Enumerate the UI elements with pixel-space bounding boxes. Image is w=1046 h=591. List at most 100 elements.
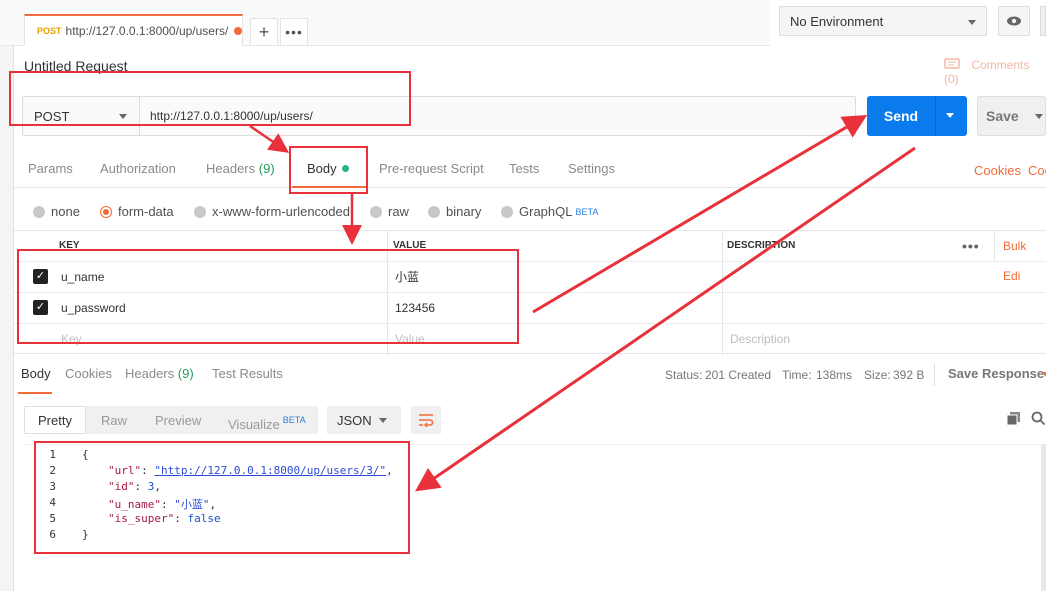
line-number: 1 (49, 448, 56, 461)
copy-button[interactable] (1006, 411, 1021, 429)
tab-headers[interactable]: Headers (9) (206, 148, 275, 188)
chevron-down-icon (1035, 114, 1043, 119)
url-input[interactable]: http://127.0.0.1:8000/up/users/ (150, 96, 313, 136)
line-number: 6 (49, 528, 56, 541)
json-url-link[interactable]: "http://127.0.0.1:8000/up/users/3/" (154, 464, 386, 477)
json-number: 3 (147, 480, 155, 493)
code-line: } (82, 528, 89, 541)
view-preview[interactable]: Preview (155, 406, 201, 434)
send-label: Send (883, 108, 919, 124)
chevron-down-icon (968, 20, 976, 25)
time-value[interactable]: 138ms (816, 368, 852, 382)
response-tab-headers[interactable]: Headers (9) (125, 366, 194, 381)
row-divider (14, 261, 1046, 262)
column-header-description: DESCRIPTION (727, 240, 796, 251)
format-label: JSON (337, 412, 372, 428)
view-visualize-label: Visualize (228, 417, 280, 432)
save-response-button[interactable]: Save Response (948, 366, 1044, 381)
code-link[interactable]: Coc (1028, 150, 1046, 190)
new-key-input[interactable]: Key (61, 324, 82, 354)
new-value-input[interactable]: Value (395, 324, 425, 354)
search-button[interactable] (1031, 411, 1046, 429)
tab-body[interactable]: Body (307, 148, 349, 188)
table-row-key[interactable]: u_password (61, 293, 126, 323)
send-button[interactable]: Send (867, 96, 967, 136)
wrap-icon (419, 414, 434, 427)
format-select[interactable]: JSON (327, 406, 401, 434)
radio-checked-icon (100, 205, 112, 218)
response-tab-body[interactable]: Body (21, 366, 51, 381)
view-mode-bar: Pretty Raw Preview Visualize BETA (24, 406, 318, 434)
method-select[interactable]: POST (22, 96, 140, 136)
view-visualize[interactable]: Visualize BETA (228, 406, 306, 434)
json-key: "id" (108, 480, 135, 493)
tab-body-label: Body (307, 161, 337, 176)
status-value[interactable]: 201 Created (705, 368, 771, 382)
cookies-link[interactable]: Cookies (974, 150, 1021, 190)
settings-button-edge[interactable] (1040, 6, 1046, 36)
column-divider (994, 231, 995, 261)
response-scrollbar[interactable] (1041, 444, 1046, 591)
url-bar (22, 96, 856, 136)
comments-link[interactable]: Comments (0) (944, 58, 1046, 86)
tab-params[interactable]: Params (28, 148, 73, 188)
size-value[interactable]: 392 B (893, 368, 924, 382)
row-divider (14, 323, 1046, 324)
view-pretty[interactable]: Pretty (38, 406, 72, 434)
body-type-form-data[interactable]: form-data (100, 204, 174, 219)
tab-headers-count: (9) (258, 161, 275, 176)
json-key: "url" (108, 464, 142, 477)
form-data-table: KEY VALUE DESCRIPTION ••• Bulk Edi ✓ u_n… (14, 230, 1046, 355)
body-type-graphql[interactable]: GraphQL BETA (501, 204, 598, 219)
body-type-raw[interactable]: raw (370, 204, 409, 219)
new-tab-button[interactable]: + (250, 18, 278, 46)
request-tab[interactable]: POST http://127.0.0.1:8000/up/users/ (24, 14, 243, 46)
environment-select[interactable]: No Environment (779, 6, 987, 36)
radio-icon (428, 205, 440, 218)
json-boolean: false (187, 512, 221, 525)
response-tab-cookies[interactable]: Cookies (65, 366, 112, 381)
wrap-lines-button[interactable] (411, 406, 441, 434)
body-type-urlencoded[interactable]: x-www-form-urlencoded (194, 204, 350, 219)
code-line: "id": 3, (108, 480, 161, 493)
row-enabled-checkbox[interactable]: ✓ (33, 269, 48, 284)
body-modified-dot-icon (341, 165, 349, 172)
response-tab-headers-label: Headers (125, 366, 175, 381)
chevron-down-icon[interactable] (1042, 372, 1046, 377)
row-enabled-checkbox[interactable]: ✓ (33, 300, 48, 315)
environment-quick-look-button[interactable] (998, 6, 1030, 36)
tab-options-button[interactable]: ••• (280, 18, 308, 46)
bulk-edit-link[interactable]: Bulk Edi (1003, 231, 1046, 283)
json-brace: { (82, 448, 89, 461)
save-button[interactable]: Save (977, 96, 1046, 136)
line-number: 2 (49, 464, 56, 477)
copy-icon (1006, 412, 1020, 426)
response-body-code[interactable]: 1 2 3 4 5 6 { "url": "http://127.0.0.1:8… (24, 444, 1046, 554)
tab-tests[interactable]: Tests (509, 148, 539, 188)
json-key: "u_name" (108, 498, 161, 511)
send-options-chevron-icon[interactable] (946, 113, 954, 118)
table-row-value[interactable]: 小蓝 (395, 262, 419, 292)
radio-icon (33, 205, 45, 218)
json-string: "小蓝" (174, 498, 210, 511)
tab-settings[interactable]: Settings (568, 148, 615, 188)
request-title: Untitled Request (24, 58, 128, 74)
line-number: 5 (49, 512, 56, 525)
table-row-key[interactable]: u_name (61, 262, 104, 292)
row-divider (14, 292, 1046, 293)
table-options-icon[interactable]: ••• (962, 231, 980, 261)
new-description-input[interactable]: Description (730, 324, 790, 354)
body-type-binary[interactable]: binary (428, 204, 481, 219)
tab-headers-label: Headers (206, 161, 256, 176)
table-row-value[interactable]: 123456 (395, 293, 435, 323)
tab-authorization[interactable]: Authorization (100, 148, 176, 188)
response-tab-test-results[interactable]: Test Results (212, 366, 283, 381)
body-type-none[interactable]: none (33, 204, 80, 219)
code-line: "u_name": "小蓝", (108, 498, 217, 511)
tab-prerequest-script[interactable]: Pre-request Script (379, 148, 484, 188)
body-type-urlencoded-label: x-www-form-urlencoded (212, 204, 350, 219)
save-label: Save (986, 108, 1019, 124)
view-raw[interactable]: Raw (101, 406, 127, 434)
tab-method: POST (37, 26, 62, 36)
body-type-form-data-label: form-data (118, 204, 174, 219)
